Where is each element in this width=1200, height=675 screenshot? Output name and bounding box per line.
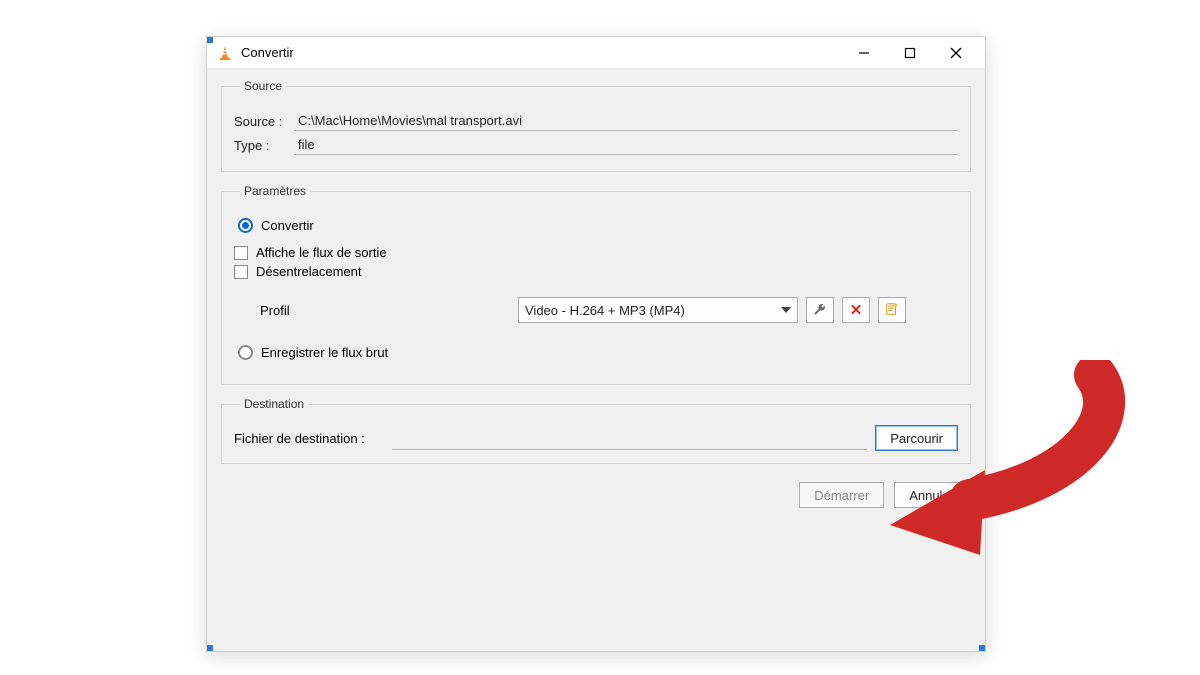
- vlc-cone-icon: [217, 45, 233, 61]
- checkbox-icon: [234, 265, 248, 279]
- start-button[interactable]: Démarrer: [799, 482, 884, 508]
- destination-legend: Destination: [240, 397, 308, 411]
- type-row: Type : file: [234, 135, 958, 155]
- close-icon: [950, 47, 962, 59]
- browse-button[interactable]: Parcourir: [875, 425, 958, 451]
- profile-select[interactable]: Video - H.264 + MP3 (MP4): [518, 297, 798, 323]
- window-title: Convertir: [241, 45, 294, 60]
- source-label: Source :: [234, 114, 294, 129]
- cancel-button[interactable]: Annuler: [894, 482, 969, 508]
- close-button[interactable]: [933, 38, 979, 68]
- deinterlace-checkbox-row[interactable]: Désentrelacement: [234, 264, 958, 279]
- corner-accent: [207, 37, 213, 43]
- type-value: file: [294, 135, 958, 155]
- destination-row: Fichier de destination : Parcourir: [234, 425, 958, 451]
- source-input[interactable]: [294, 111, 958, 131]
- maximize-icon: [904, 47, 916, 59]
- destination-file-label: Fichier de destination :: [234, 431, 384, 446]
- profile-row: Profil Video - H.264 + MP3 (MP4) ✕: [260, 297, 958, 323]
- convert-radio-label: Convertir: [261, 218, 314, 233]
- checkbox-icon: [234, 246, 248, 260]
- chevron-down-icon: [781, 307, 791, 313]
- show-output-checkbox-row[interactable]: Affiche le flux de sortie: [234, 245, 958, 260]
- show-output-label: Affiche le flux de sortie: [256, 245, 387, 260]
- convert-dialog: Convertir Source Source : Type : file Pa…: [206, 36, 986, 652]
- minimize-button[interactable]: [841, 38, 887, 68]
- minimize-icon: [858, 47, 870, 59]
- type-label: Type :: [234, 138, 294, 153]
- radio-convert-icon: [238, 218, 253, 233]
- convert-radio-row[interactable]: Convertir: [238, 218, 958, 233]
- dialog-content: Source Source : Type : file Paramètres C…: [207, 69, 985, 522]
- radio-raw-icon: [238, 345, 253, 360]
- corner-accent: [979, 645, 985, 651]
- source-group: Source Source : Type : file: [221, 79, 971, 172]
- deinterlace-label: Désentrelacement: [256, 264, 362, 279]
- corner-accent: [207, 645, 213, 651]
- dialog-footer: Démarrer Annuler: [221, 476, 971, 508]
- x-icon: ✕: [850, 301, 863, 319]
- source-legend: Source: [240, 79, 286, 93]
- new-profile-icon: [885, 302, 899, 319]
- profile-select-value: Video - H.264 + MP3 (MP4): [525, 303, 685, 318]
- raw-radio-label: Enregistrer le flux brut: [261, 345, 388, 360]
- delete-profile-button[interactable]: ✕: [842, 297, 870, 323]
- edit-profile-button[interactable]: [806, 297, 834, 323]
- titlebar: Convertir: [207, 37, 985, 69]
- wrench-icon: [813, 302, 827, 319]
- parameters-group: Paramètres Convertir Affiche le flux de …: [221, 184, 971, 385]
- source-row: Source :: [234, 111, 958, 131]
- maximize-button[interactable]: [887, 38, 933, 68]
- raw-radio-row[interactable]: Enregistrer le flux brut: [238, 345, 958, 360]
- profile-label: Profil: [260, 303, 510, 318]
- destination-group: Destination Fichier de destination : Par…: [221, 397, 971, 464]
- parameters-legend: Paramètres: [240, 184, 310, 198]
- destination-file-input[interactable]: [392, 426, 867, 450]
- new-profile-button[interactable]: [878, 297, 906, 323]
